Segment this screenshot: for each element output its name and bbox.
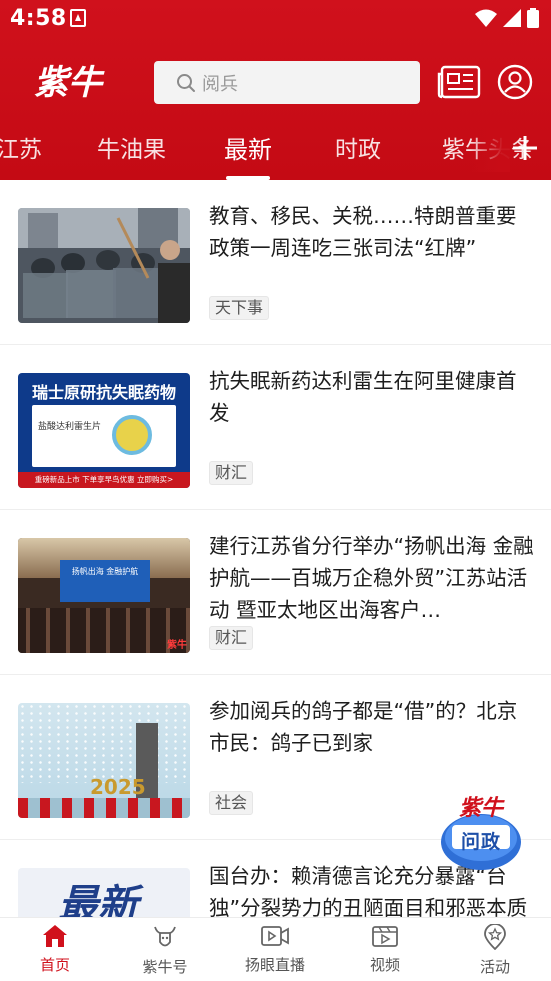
flag-row	[18, 798, 190, 818]
nav-home[interactable]: 首页	[0, 924, 110, 980]
app-logo: 紫牛	[34, 63, 105, 103]
nav-ziniuhao[interactable]: 紫牛号	[110, 924, 220, 980]
news-category-tag: 财汇	[209, 626, 254, 650]
news-item[interactable]: 教育、移民、关税……特朗普重要政策一周连吃三张司法“红牌” 天下事	[0, 180, 551, 345]
signal-icon	[503, 9, 521, 27]
news-thumbnail[interactable]: 瑞士原研抗失眠药物 盐酸达利雷生片 重磅新品上市 下单享早鸟优惠 立即购买>	[18, 373, 190, 488]
news-title[interactable]: 抗失眠新药达利雷生在阿里健康首发	[209, 365, 534, 429]
nav-label: 首页	[39, 956, 70, 974]
nav-video[interactable]: 视频	[330, 924, 440, 980]
badge-line1: 紫牛	[458, 796, 503, 821]
nav-live[interactable]: 扬眼直播	[220, 924, 330, 980]
thumb-watermark: 紫牛	[167, 640, 187, 651]
news-title[interactable]: 建行江苏省分行举办“扬帆出海 金融护航——百城万企稳外贸”江苏站活动 暨亚太地区…	[209, 530, 534, 626]
app-header: 4:58 紫牛 阅兵 江苏 牛油果 最新 时政	[0, 0, 551, 180]
tab-latest[interactable]: 最新	[224, 130, 272, 165]
news-item[interactable]: 瑞士原研抗失眠药物 盐酸达利雷生片 重磅新品上市 下单享早鸟优惠 立即购买> 抗…	[0, 345, 551, 510]
home-icon	[43, 925, 67, 947]
audience	[18, 608, 190, 653]
thumb-year: 2025	[90, 775, 146, 799]
product-name: 盐酸达利雷生片	[38, 422, 102, 432]
product-box: 盐酸达利雷生片	[32, 405, 176, 467]
news-title[interactable]: 教育、移民、关税……特朗普重要政策一周连吃三张司法“红牌”	[209, 200, 534, 264]
nav-label: 活动	[479, 958, 510, 976]
notification-icon	[70, 9, 86, 27]
nav-label: 紫牛号	[142, 958, 188, 976]
status-icons	[475, 8, 539, 28]
news-thumbnail[interactable]: 最新	[18, 868, 190, 917]
status-time: 4:58	[10, 6, 67, 31]
news-category-tag: 社会	[209, 791, 254, 815]
status-bar: 4:58	[0, 0, 551, 36]
tab-jiangsu[interactable]: 江苏	[0, 130, 42, 164]
news-item[interactable]: 扬帆出海 金融护航 紫牛 建行江苏省分行举办“扬帆出海 金融护航——百城万企稳外…	[0, 510, 551, 675]
newspaper-icon[interactable]	[437, 64, 481, 100]
video-icon	[372, 926, 398, 947]
user-icon[interactable]	[497, 64, 533, 100]
thumb-banner: 重磅新品上市 下单享早鸟优惠 立即购买>	[18, 472, 190, 488]
news-title[interactable]: 参加阅兵的鸽子都是“借”的？北京市民：鸽子已到家	[209, 695, 534, 759]
wenzheng-float-button[interactable]: 紫牛 问政	[439, 790, 523, 874]
activity-pin-icon	[484, 924, 506, 950]
news-category-tag: 天下事	[209, 296, 270, 320]
search-bar[interactable]: 阅兵	[154, 61, 420, 104]
battery-icon	[527, 8, 539, 28]
news-thumbnail[interactable]	[18, 208, 190, 323]
bottom-navigation: 首页 紫牛号 扬眼直播 视频 活动	[0, 917, 551, 981]
channel-tabs: 江苏 牛油果 最新 时政 紫牛头条	[0, 128, 551, 180]
stage-screen-text: 扬帆出海 金融护航	[71, 567, 139, 576]
pigeon-dots	[18, 703, 190, 783]
news-thumbnail[interactable]: 2025	[18, 703, 190, 818]
news-thumbnail[interactable]: 扬帆出海 金融护航 紫牛	[18, 538, 190, 653]
thumb-headline: 瑞士原研抗失眠药物	[31, 383, 176, 402]
nav-label: 扬眼直播	[244, 956, 305, 974]
nav-label: 视频	[369, 956, 400, 974]
stage-screen: 扬帆出海 金融护航	[60, 560, 150, 602]
live-video-icon	[261, 926, 289, 946]
ox-icon	[154, 926, 176, 947]
wifi-icon	[475, 9, 497, 27]
nav-activity[interactable]: 活动	[440, 924, 550, 980]
search-placeholder: 阅兵	[202, 73, 238, 95]
thumb-label: 最新	[58, 882, 138, 917]
tab-politics[interactable]: 时政	[335, 130, 381, 164]
product-graphic	[112, 415, 152, 455]
add-channel-icon[interactable]	[508, 128, 542, 168]
tab-niuyouguo[interactable]: 牛油果	[97, 130, 166, 164]
news-category-tag: 财汇	[209, 461, 254, 485]
tab-fade	[470, 128, 510, 172]
search-icon	[177, 73, 195, 92]
badge-line2: 问政	[460, 831, 501, 853]
logo-text: 紫牛	[34, 63, 105, 103]
